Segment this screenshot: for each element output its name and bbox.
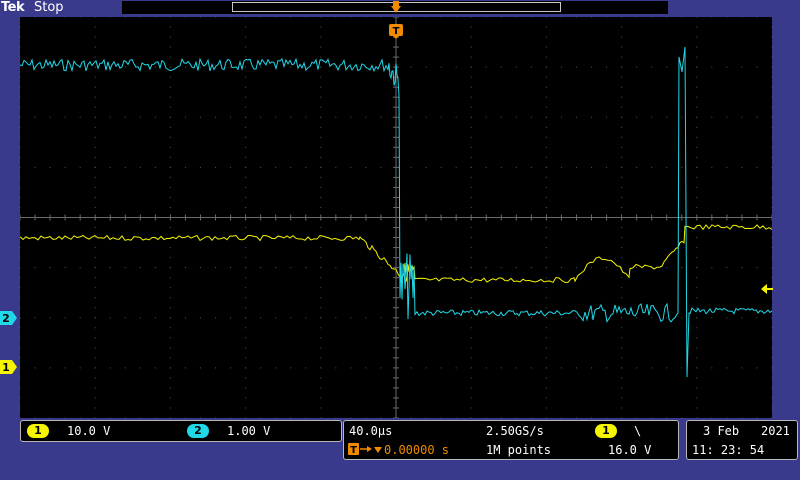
datetime-panel: 3 Feb 2021 11: 23: 54 <box>686 420 798 460</box>
trigger-level: 16.0 V <box>608 443 652 457</box>
trigger-t-icon: T <box>389 24 403 39</box>
acquisition-state[interactable]: Stop <box>34 0 64 16</box>
trigger-position-icon: T <box>348 443 382 456</box>
trigger-position-indicator-icon <box>391 1 401 13</box>
time: 11: 23: 54 <box>692 443 765 457</box>
graticule <box>20 17 772 418</box>
date: 3 Feb <box>703 424 740 438</box>
trigger-level-marker[interactable] <box>760 280 776 294</box>
ch1-scale: 10.0 V <box>67 424 111 438</box>
sample-rate: 2.50GS/s <box>486 424 544 438</box>
ch1-badge[interactable]: 1 <box>27 424 49 438</box>
svg-text:T: T <box>350 445 357 456</box>
year: 2021 <box>761 424 790 438</box>
ch1-marker-label: 1 <box>2 361 10 374</box>
ch2-scale: 1.00 V <box>227 424 271 438</box>
trigger-label: T <box>393 26 400 37</box>
ch2-marker-label: 2 <box>2 312 10 325</box>
vertical-settings-panel[interactable]: 1 10.0 V 2 1.00 V <box>20 420 342 442</box>
record-length: 1M points <box>486 443 552 457</box>
ch1-ground-marker[interactable]: 1 <box>0 359 17 374</box>
trigger-position-value: 0.00000 s <box>384 443 450 457</box>
status-bar: Tek Stop <box>0 0 800 16</box>
ch2-badge[interactable]: 2 <box>187 424 209 438</box>
ch2-ground-marker[interactable]: 2 <box>0 310 17 325</box>
brand-logo: Tek <box>1 0 25 15</box>
trigger-slope-icon: \ <box>634 424 642 438</box>
trigger-level-arrow-icon <box>761 284 773 294</box>
trigger-time-marker[interactable]: T <box>389 24 405 39</box>
waveform-display[interactable] <box>20 17 772 418</box>
time-per-div: 40.0µs <box>349 424 393 438</box>
horizontal-trigger-panel[interactable]: 40.0µs 2.50GS/s 1 \ T 0.00000 s 1M point… <box>343 420 679 460</box>
trigger-source-badge[interactable]: 1 <box>595 424 617 438</box>
